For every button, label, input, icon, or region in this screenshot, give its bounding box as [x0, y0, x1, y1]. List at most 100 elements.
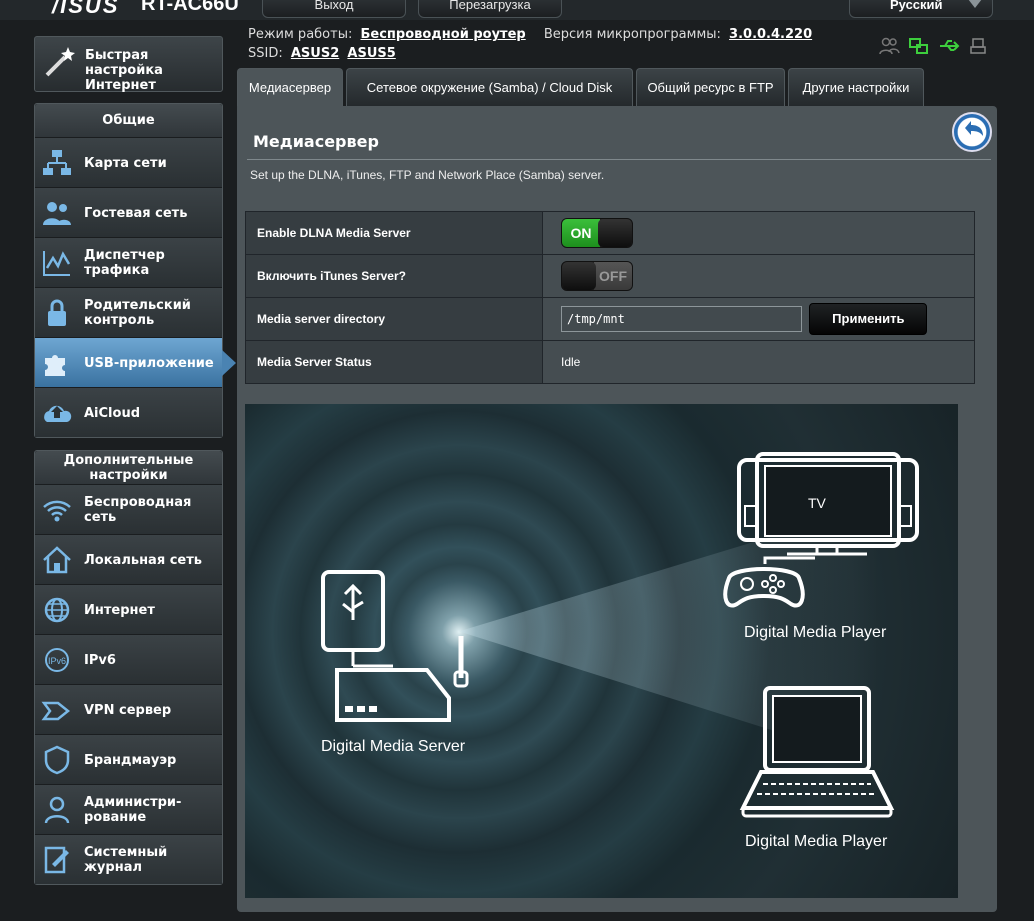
cloud-icon: [44, 405, 72, 422]
page-title: Медиасервер: [253, 132, 379, 151]
sidebar-item-system-log[interactable]: Системный журнал: [35, 834, 222, 884]
vpn-icon: [41, 701, 71, 721]
ssid-link-2[interactable]: ASUS5: [347, 46, 395, 61]
printer-icon[interactable]: [968, 36, 990, 56]
usb-icon[interactable]: [938, 36, 960, 56]
back-arrow-icon: [965, 121, 983, 136]
directory-cell: Применить: [542, 297, 975, 341]
title-divider: [247, 159, 991, 160]
tab-media-server[interactable]: Медиасервер: [237, 68, 343, 106]
toggle-knob: [562, 262, 596, 290]
chevron-down-icon: [968, 0, 982, 8]
status-icons: [878, 36, 990, 56]
sidebar-item-firewall[interactable]: Брандмауэр: [35, 734, 222, 784]
sidebar-item-label: Родительский контроль: [84, 298, 191, 328]
itunes-label: Включить iTunes Server?: [245, 254, 543, 298]
directory-label: Media server directory: [245, 297, 543, 341]
reboot-button[interactable]: Перезагрузка: [418, 0, 562, 18]
media-directory-input[interactable]: [561, 306, 802, 332]
ssid-label: SSID:: [248, 46, 283, 61]
sidebar-item-label: USB-приложение: [84, 355, 214, 371]
dlna-toggle[interactable]: ON: [561, 218, 633, 248]
tab-samba-cloud-disk[interactable]: Сетевое окружение (Samba) / Cloud Disk: [346, 68, 633, 106]
tab-other-settings[interactable]: Другие настройки: [788, 68, 924, 106]
toggle-off-label: OFF: [594, 262, 632, 290]
ssid-link-1[interactable]: ASUS2: [291, 46, 339, 61]
sidebar-item-vpn[interactable]: VPN сервер: [35, 684, 222, 734]
toggle-on-label: ON: [562, 219, 600, 247]
svg-text:IPv6: IPv6: [48, 656, 66, 666]
status-value: Idle: [542, 340, 975, 384]
network-icon[interactable]: [908, 36, 930, 56]
sidebar-item-ipv6[interactable]: IPv6 IPv6: [35, 634, 222, 684]
table-row: Media server directory Применить: [245, 297, 975, 341]
tab-ftp-share[interactable]: Общий ресурс в FTP: [636, 68, 785, 106]
ssid-line: SSID: ASUS2 ASUS5: [248, 46, 396, 61]
sidebar-item-traffic-manager[interactable]: Диспетчер трафика: [35, 237, 222, 287]
magic-wand-icon: [45, 47, 75, 77]
sidebar-item-label: Администри-рование: [84, 795, 182, 825]
quick-setup-button[interactable]: Быстрая настройка Интернет: [34, 36, 223, 93]
general-menu: Общие Карта сети Гостевая сеть Диспетчер…: [34, 103, 236, 438]
media-server-icon: [321, 570, 469, 722]
model-name: RT-AC66U: [141, 0, 239, 15]
advanced-menu: Дополнительные настройки Беспроводная се…: [34, 450, 223, 885]
mode-label: Режим работы:: [248, 27, 353, 42]
table-row: Включить iTunes Server? OFF: [245, 254, 975, 298]
sidebar-item-wireless[interactable]: Беспроводная сеть: [35, 484, 222, 534]
dlna-label: Enable DLNA Media Server: [245, 211, 543, 255]
users-icon[interactable]: [878, 36, 900, 56]
puzzle-icon: [45, 355, 65, 376]
apply-button[interactable]: Применить: [809, 303, 928, 335]
media-player-caption-1: Digital Media Player: [744, 624, 887, 641]
quick-setup-label: Быстрая настройка Интернет: [85, 48, 163, 93]
sidebar-item-lan[interactable]: Локальная сеть: [35, 534, 222, 584]
dlna-illustration: Digital Media Server TV Digital Media Pl…: [245, 404, 958, 898]
table-row: Media Server Status Idle: [245, 340, 975, 384]
operation-mode-line: Режим работы: Беспроводной роутер Версия…: [248, 27, 812, 42]
sidebar-item-guest-network[interactable]: Гостевая сеть: [35, 187, 222, 237]
page-description: Set up the DLNA, iTunes, FTP and Network…: [250, 168, 605, 182]
logout-button[interactable]: Выход: [262, 0, 406, 18]
sidebar-item-internet[interactable]: Интернет: [35, 584, 222, 634]
itunes-toggle[interactable]: OFF: [561, 261, 633, 291]
sidebar-item-network-map[interactable]: Карта сети: [35, 137, 222, 187]
shield-icon: [44, 745, 70, 775]
sidebar-item-label: AiCloud: [84, 405, 141, 421]
sidebar-item-label: Беспроводная сеть: [84, 495, 192, 525]
sidebar-item-label: Интернет: [84, 602, 155, 618]
sidebar-item-label: Гостевая сеть: [84, 205, 188, 221]
advanced-title: Дополнительные настройки: [35, 451, 222, 484]
wifi-icon: [43, 500, 71, 522]
guest-network-icon: [43, 202, 71, 225]
language-label: Русский: [890, 0, 943, 12]
itunes-cell: OFF: [542, 254, 975, 298]
sidebar-item-label: Брандмауэр: [84, 752, 177, 768]
firmware-label: Версия микропрограммы:: [543, 27, 721, 42]
language-select[interactable]: Русский: [849, 0, 993, 18]
sidebar-item-parental-control[interactable]: Родительский контроль: [35, 287, 222, 337]
traffic-icon: [43, 251, 71, 276]
mode-link[interactable]: Беспроводной роутер: [360, 27, 525, 42]
ipv6-icon: IPv6: [45, 648, 69, 672]
sidebar-item-label: VPN сервер: [84, 702, 172, 718]
back-button[interactable]: [952, 112, 992, 152]
sidebar-item-label: Локальная сеть: [84, 552, 202, 568]
toggle-knob: [598, 219, 632, 247]
sidebar-item-aicloud[interactable]: AiCloud: [35, 387, 222, 437]
globe-icon: [44, 597, 70, 623]
asus-logo: /ISUS: [52, 0, 120, 18]
sidebar-item-administration[interactable]: Администри-рование: [35, 784, 222, 834]
home-icon: [43, 546, 71, 574]
status-label: Media Server Status: [245, 340, 543, 384]
sidebar-item-label: Карта сети: [84, 155, 167, 171]
firmware-link[interactable]: 3.0.0.4.220: [729, 27, 812, 42]
media-server-caption: Digital Media Server: [321, 738, 466, 755]
sidebar-item-label: Системный журнал: [84, 845, 168, 875]
media-player-caption-2: Digital Media Player: [745, 833, 888, 850]
sidebar-item-usb-application[interactable]: USB-приложение: [35, 337, 236, 387]
admin-icon: [44, 796, 70, 824]
media-server-panel: Медиасервер Set up the DLNA, iTunes, FTP…: [237, 106, 997, 912]
sidebar-item-label: IPv6: [84, 652, 116, 668]
general-title: Общие: [35, 104, 222, 137]
